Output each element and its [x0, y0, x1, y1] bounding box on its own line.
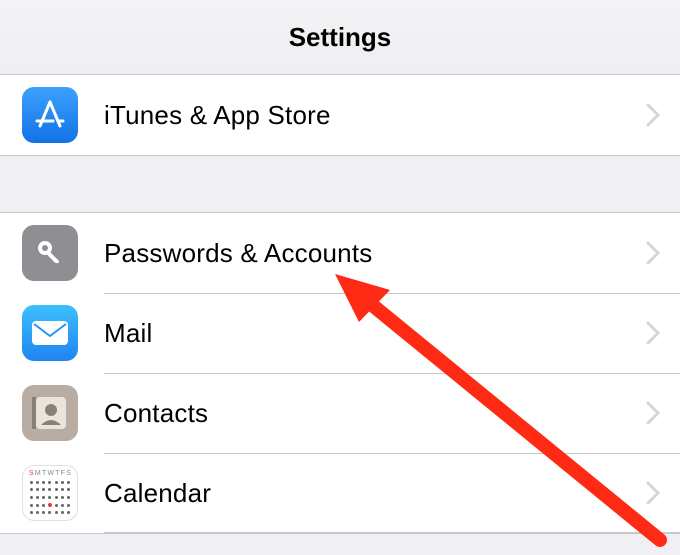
key-icon: [22, 225, 78, 281]
row-label: iTunes & App Store: [104, 100, 646, 131]
chevron-right-icon: [646, 241, 660, 265]
row-calendar[interactable]: SMTWTFS Calendar: [0, 453, 680, 533]
group-spacer: [0, 156, 680, 212]
calendar-icon: SMTWTFS: [22, 465, 78, 521]
chevron-right-icon: [646, 321, 660, 345]
row-label: Contacts: [104, 398, 646, 429]
settings-group-1: iTunes & App Store: [0, 75, 680, 156]
row-label: Mail: [104, 318, 646, 349]
row-passwords-accounts[interactable]: Passwords & Accounts: [0, 213, 680, 293]
row-label: Passwords & Accounts: [104, 238, 646, 269]
row-contacts[interactable]: Contacts: [0, 373, 680, 453]
chevron-right-icon: [646, 103, 660, 127]
mail-icon: [22, 305, 78, 361]
row-itunes-appstore[interactable]: iTunes & App Store: [0, 75, 680, 155]
chevron-right-icon: [646, 481, 660, 505]
chevron-right-icon: [646, 401, 660, 425]
appstore-icon: [22, 87, 78, 143]
page-title: Settings: [289, 22, 392, 53]
row-mail[interactable]: Mail: [0, 293, 680, 373]
settings-group-2: Passwords & Accounts Mail Contacts SMTWT…: [0, 212, 680, 534]
header: Settings: [0, 0, 680, 75]
row-label: Calendar: [104, 478, 646, 509]
contacts-icon: [22, 385, 78, 441]
